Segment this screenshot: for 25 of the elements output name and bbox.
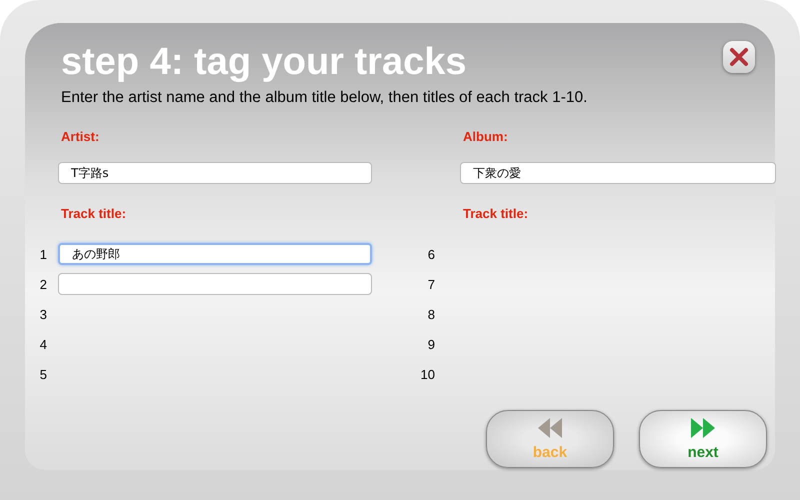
- track-number: 1: [38, 246, 47, 262]
- track-number: 4: [38, 336, 47, 352]
- artist-label: Artist:: [61, 129, 100, 144]
- artist-field[interactable]: T字路s: [58, 162, 372, 184]
- track-number: 5: [38, 366, 47, 382]
- track-number: 10: [420, 366, 435, 382]
- instructions: Enter the artist name and the album title below, then titles of each track 1-10.: [61, 89, 588, 107]
- track-title-label: Track title:: [61, 206, 128, 221]
- close-button[interactable]: [723, 41, 755, 73]
- track-number: 2: [38, 276, 47, 292]
- track-number: 7: [426, 276, 435, 292]
- track-title-label: Track title:: [463, 206, 530, 221]
- dialog-title: step 4: tag your tracks: [61, 41, 466, 83]
- fast-forward-icon: [691, 418, 715, 438]
- track-number: 6: [426, 246, 435, 262]
- next-button[interactable]: next: [639, 410, 767, 468]
- track-number: 8: [426, 306, 435, 322]
- album-field[interactable]: 下衆の愛: [460, 162, 776, 184]
- track-number: 3: [38, 306, 47, 322]
- album-label: Album:: [463, 129, 509, 144]
- rewind-icon: [538, 418, 562, 438]
- close-icon: [729, 47, 749, 67]
- track-title-field[interactable]: [58, 273, 372, 295]
- track-title-field[interactable]: あの野郎: [58, 243, 372, 265]
- track-number: 9: [426, 336, 435, 352]
